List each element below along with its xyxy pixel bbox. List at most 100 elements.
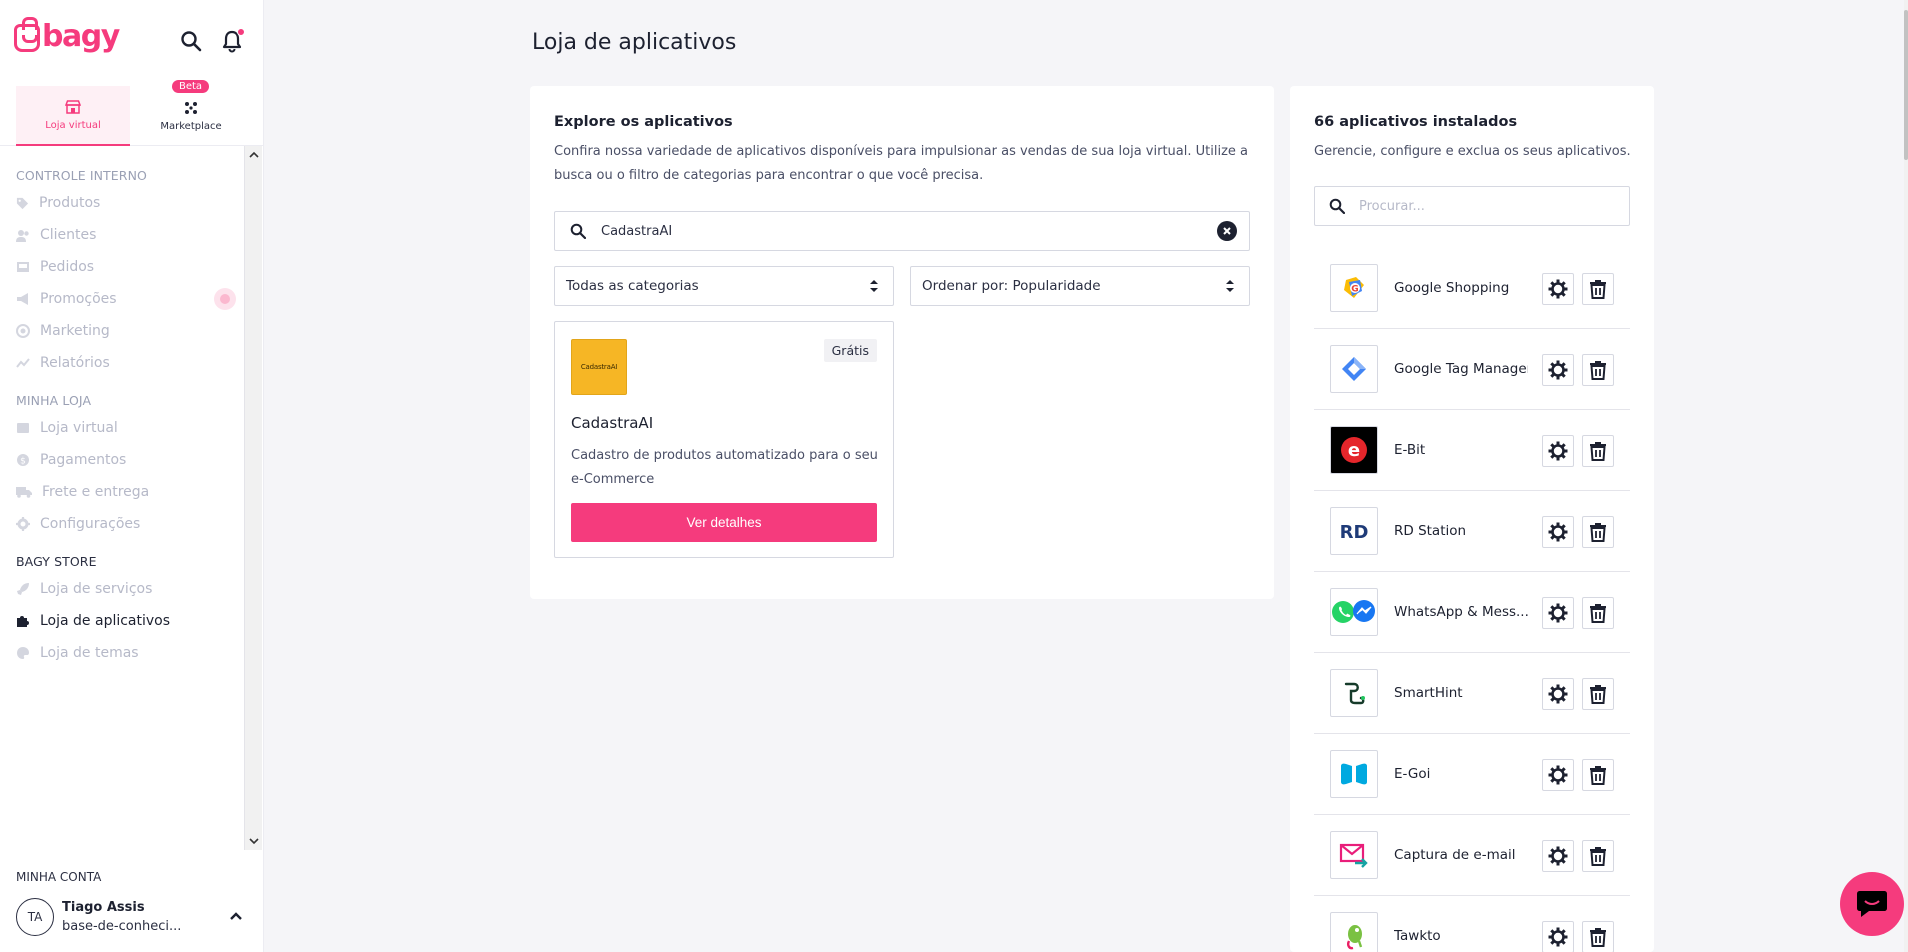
- sidebar-item-loja-aplicativos[interactable]: Loja de aplicativos: [0, 605, 244, 637]
- bagy-logo[interactable]: bagy: [14, 17, 120, 52]
- installed-search-input[interactable]: [1359, 198, 1629, 214]
- section-bagy-store: BAGY STORE: [16, 554, 97, 569]
- search-value[interactable]: CadastraAI: [601, 224, 1217, 239]
- gear-icon: [1548, 360, 1568, 380]
- scroll-up-arrow-icon[interactable]: [249, 150, 259, 160]
- target-icon: [16, 324, 30, 338]
- google-shopping-icon: G: [1330, 264, 1378, 312]
- section-minha-loja: MINHA LOJA: [16, 393, 92, 408]
- sidebar-item-promocoes[interactable]: Promoções: [0, 283, 244, 315]
- tab-loja-virtual[interactable]: Loja virtual: [16, 86, 130, 146]
- installed-app-row: WhatsApp & Mess...: [1314, 572, 1630, 653]
- installed-search-field[interactable]: [1314, 186, 1630, 226]
- chat-button[interactable]: [1840, 872, 1904, 936]
- app-name: CadastraAI: [571, 414, 654, 432]
- page-scrollbar[interactable]: [1904, 0, 1908, 952]
- bell-icon[interactable]: [219, 28, 245, 54]
- sidebar-item-label: Loja de aplicativos: [40, 613, 171, 629]
- sidebar-item-configuracoes[interactable]: Configurações: [0, 508, 244, 540]
- sidebar-scrollbar[interactable]: [244, 146, 262, 850]
- whatsapp-messenger-icon: [1330, 588, 1378, 636]
- chat-icon: [1857, 891, 1887, 917]
- trash-icon: [1590, 928, 1606, 947]
- delete-app-button[interactable]: [1582, 516, 1614, 548]
- configure-app-button[interactable]: [1542, 516, 1574, 548]
- section-controle-interno: CONTROLE INTERNO: [16, 168, 147, 183]
- search-icon[interactable]: [178, 28, 204, 54]
- store-tabs: Loja virtual Marketplace: [0, 84, 264, 146]
- installed-app-name: WhatsApp & Mess...: [1394, 604, 1528, 620]
- sidebar-menu: CONTROLE INTERNO Produtos Clientes Pedid…: [0, 148, 244, 848]
- page-scrollbar-thumb[interactable]: [1904, 10, 1908, 160]
- tab-loja-virtual-label: Loja virtual: [45, 119, 101, 131]
- sidebar-item-pedidos[interactable]: Pedidos: [0, 251, 244, 283]
- delete-app-button[interactable]: [1582, 921, 1614, 952]
- sidebar-item-loja-temas[interactable]: Loja de temas: [0, 637, 244, 669]
- page-title: Loja de aplicativos: [532, 30, 737, 55]
- scroll-down-arrow-icon[interactable]: [249, 836, 259, 846]
- search-icon: [555, 223, 601, 239]
- sidebar-item-frete[interactable]: Frete e entrega: [0, 476, 244, 508]
- palette-icon: [17, 647, 29, 659]
- inbox-icon: [17, 262, 29, 272]
- delete-app-button[interactable]: [1582, 597, 1614, 629]
- sidebar: bagy Loja virtual Marketplace Beta CONTR…: [0, 0, 264, 952]
- configure-app-button[interactable]: [1542, 273, 1574, 305]
- trash-icon: [1590, 442, 1606, 461]
- explore-apps-card: Explore os aplicativos Confira nossa var…: [530, 86, 1274, 599]
- clear-search-icon[interactable]: [1217, 221, 1237, 241]
- notification-dot: [237, 28, 245, 36]
- delete-app-button[interactable]: [1582, 678, 1614, 710]
- marketplace-icon: [185, 101, 197, 114]
- configure-app-button[interactable]: [1542, 678, 1574, 710]
- view-details-button[interactable]: Ver detalhes: [571, 503, 877, 542]
- delete-app-button[interactable]: [1582, 840, 1614, 872]
- installed-apps-card: 66 aplicativos instalados Gerencie, conf…: [1290, 86, 1654, 952]
- sidebar-item-clientes[interactable]: Clientes: [0, 219, 244, 251]
- gear-icon: [1548, 279, 1568, 299]
- installed-app-name: E-Bit: [1394, 442, 1426, 458]
- sidebar-item-label: Configurações: [40, 516, 141, 532]
- delete-app-button[interactable]: [1582, 435, 1614, 467]
- gear-icon: [1548, 522, 1568, 542]
- avatar[interactable]: TA: [16, 898, 54, 936]
- installed-app-row: E-Goi: [1314, 734, 1630, 815]
- sidebar-item-loja-servicos[interactable]: Loja de serviços: [0, 573, 244, 605]
- order-select[interactable]: Ordenar por: Popularidade: [910, 266, 1250, 306]
- sidebar-item-label: Pagamentos: [40, 452, 127, 468]
- delete-app-button[interactable]: [1582, 354, 1614, 386]
- configure-app-button[interactable]: [1542, 354, 1574, 386]
- price-badge: Grátis: [823, 339, 877, 362]
- truck-icon: [16, 487, 32, 498]
- sidebar-item-marketing[interactable]: Marketing: [0, 315, 244, 347]
- trash-icon: [1590, 523, 1606, 542]
- configure-app-button[interactable]: [1542, 597, 1574, 629]
- sidebar-item-pagamentos[interactable]: $ Pagamentos: [0, 444, 244, 476]
- sidebar-item-label: Promoções: [40, 291, 117, 307]
- tag-icon: [16, 197, 29, 209]
- configure-app-button[interactable]: [1542, 921, 1574, 952]
- installed-app-row: Tawkto: [1314, 896, 1630, 952]
- category-select[interactable]: Todas as categorias: [554, 266, 894, 306]
- sidebar-item-produtos[interactable]: Produtos: [0, 187, 244, 219]
- gear-icon: [1548, 846, 1568, 866]
- tab-marketplace[interactable]: Marketplace: [134, 86, 248, 146]
- configure-app-button[interactable]: [1542, 840, 1574, 872]
- trash-icon: [1590, 604, 1606, 623]
- sidebar-item-label: Marketing: [40, 323, 110, 339]
- delete-app-button[interactable]: [1582, 273, 1614, 305]
- configure-app-button[interactable]: [1542, 759, 1574, 791]
- trash-icon: [1590, 847, 1606, 866]
- sidebar-item-label: Clientes: [40, 227, 97, 243]
- installed-heading: 66 aplicativos instalados: [1314, 114, 1518, 130]
- svg-text:G: G: [1351, 285, 1358, 295]
- gear-icon: [1548, 765, 1568, 785]
- sidebar-item-loja-virtual[interactable]: Loja virtual: [0, 412, 244, 444]
- sidebar-item-relatorios[interactable]: Relatórios: [0, 347, 244, 379]
- configure-app-button[interactable]: [1542, 435, 1574, 467]
- sidebar-item-label: Frete e entrega: [42, 484, 150, 500]
- app-search-input[interactable]: CadastraAI: [554, 211, 1250, 251]
- delete-app-button[interactable]: [1582, 759, 1614, 791]
- email-capture-icon: [1330, 831, 1378, 879]
- chevron-up-icon[interactable]: [228, 908, 244, 924]
